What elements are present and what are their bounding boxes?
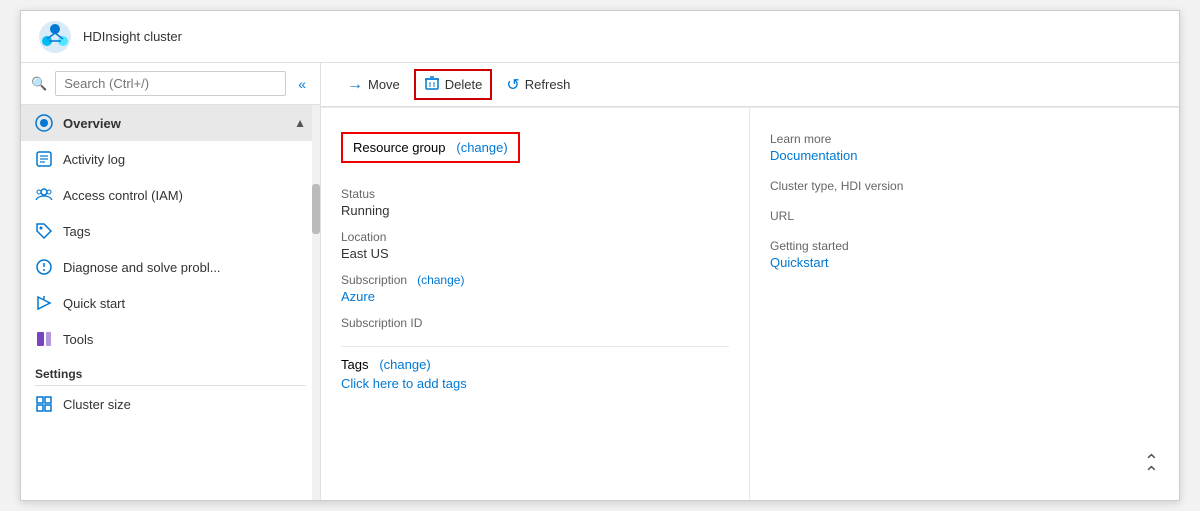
move-arrow-icon: → xyxy=(347,76,363,94)
tags-label: Tags xyxy=(341,357,368,372)
sidebar-item-label: Quick start xyxy=(63,296,125,311)
overview-icon xyxy=(35,114,53,132)
delete-label: Delete xyxy=(445,77,483,92)
learn-more-section: Learn more Documentation xyxy=(770,132,1159,163)
move-button[interactable]: → Move xyxy=(337,70,410,100)
app-title: HDInsight cluster xyxy=(83,29,182,44)
tags-row: Tags (change) Click here to add tags xyxy=(341,346,729,391)
tags-change-link[interactable]: (change) xyxy=(379,357,430,372)
details-grid: Resource group (change) Status Running L… xyxy=(321,107,1179,500)
activity-log-icon xyxy=(35,150,53,168)
location-label: Location xyxy=(341,230,729,244)
status-value: Running xyxy=(341,203,729,218)
getting-started-section: Getting started Quickstart xyxy=(770,239,1159,270)
cluster-type-section: Cluster type, HDI version xyxy=(770,179,1159,193)
resource-group-change-link[interactable]: (change) xyxy=(456,140,507,155)
refresh-label: Refresh xyxy=(525,77,571,92)
sidebar-item-label: Cluster size xyxy=(63,397,131,412)
learn-more-label: Learn more xyxy=(770,132,1159,146)
move-label: Move xyxy=(368,77,400,92)
status-label: Status xyxy=(341,187,729,201)
add-tags-link[interactable]: Click here to add tags xyxy=(341,376,467,391)
getting-started-label: Getting started xyxy=(770,239,1159,253)
sidebar-item-access-control[interactable]: Access control (IAM) xyxy=(21,177,320,213)
quickstart-link[interactable]: Quickstart xyxy=(770,255,829,270)
sidebar-item-quick-start[interactable]: Quick start xyxy=(21,285,320,321)
sidebar-item-tools[interactable]: Tools xyxy=(21,321,320,357)
sidebar-item-diagnose[interactable]: Diagnose and solve probl... xyxy=(21,249,320,285)
cluster-type-label: Cluster type, HDI version xyxy=(770,179,1159,193)
sidebar-item-label: Activity log xyxy=(63,152,125,167)
toolbar: → Move Delete ↺ Refresh xyxy=(321,63,1179,107)
subscription-value-link[interactable]: Azure xyxy=(341,289,375,304)
sidebar-scrollbar[interactable] xyxy=(312,105,320,500)
sidebar-item-label: Tags xyxy=(63,224,90,239)
sidebar-nav: Overview ▲ Activity log xyxy=(21,105,320,500)
sidebar-item-tags[interactable]: Tags xyxy=(21,213,320,249)
refresh-button[interactable]: ↺ Refresh xyxy=(496,69,580,101)
resource-group-box: Resource group (change) xyxy=(341,132,520,163)
tools-icon xyxy=(35,330,53,348)
app-body: 🔍 « Overview ▲ xyxy=(21,63,1179,500)
tags-icon xyxy=(35,222,53,240)
details-right: Learn more Documentation Cluster type, H… xyxy=(750,107,1179,500)
settings-section: Settings Cluster size xyxy=(21,357,320,422)
subscription-label: Subscription (change) xyxy=(341,273,729,287)
sidebar-item-label: Diagnose and solve probl... xyxy=(63,260,221,275)
url-label: URL xyxy=(770,209,1159,223)
main-content: → Move Delete ↺ Refresh xyxy=(321,63,1179,500)
cluster-size-icon xyxy=(35,395,53,413)
settings-label: Settings xyxy=(21,357,320,385)
delete-icon xyxy=(424,75,440,94)
subscription-change-link[interactable]: (change) xyxy=(417,273,464,287)
app-window: HDInsight cluster 🔍 « Overview xyxy=(20,10,1180,501)
diagnose-icon xyxy=(35,258,53,276)
sidebar: 🔍 « Overview ▲ xyxy=(21,63,321,500)
documentation-link[interactable]: Documentation xyxy=(770,148,857,163)
url-section: URL xyxy=(770,209,1159,223)
location-value: East US xyxy=(341,246,729,261)
details-panel: Resource group (change) Status Running L… xyxy=(321,107,1179,500)
details-left: Resource group (change) Status Running L… xyxy=(321,107,750,500)
search-input[interactable] xyxy=(55,71,286,96)
delete-button[interactable]: Delete xyxy=(414,69,493,100)
chevron-up-icon: ▲ xyxy=(294,116,306,130)
sidebar-item-overview[interactable]: Overview ▲ xyxy=(21,105,320,141)
quick-start-icon xyxy=(35,294,53,312)
access-control-icon xyxy=(35,186,53,204)
sidebar-scrollbar-thumb[interactable] xyxy=(312,184,320,234)
hdinsight-logo xyxy=(37,19,73,55)
sidebar-item-label: Access control (IAM) xyxy=(63,188,183,203)
app-header: HDInsight cluster xyxy=(21,11,1179,63)
resource-group-label: Resource group xyxy=(353,140,446,155)
refresh-icon: ↺ xyxy=(506,75,519,95)
subscription-id-label: Subscription ID xyxy=(341,316,729,330)
search-icon: 🔍 xyxy=(31,76,47,92)
scroll-up-button[interactable]: ⌃ ⌃ xyxy=(1144,455,1159,480)
sidebar-item-activity-log[interactable]: Activity log xyxy=(21,141,320,177)
settings-nav-list: Cluster size xyxy=(21,386,320,422)
nav-list: Overview ▲ Activity log xyxy=(21,105,320,357)
sidebar-item-cluster-size[interactable]: Cluster size xyxy=(21,386,320,422)
sidebar-item-label: Tools xyxy=(63,332,93,347)
search-bar: 🔍 « xyxy=(21,63,320,105)
sidebar-item-label: Overview xyxy=(63,116,121,131)
collapse-button[interactable]: « xyxy=(294,74,310,94)
